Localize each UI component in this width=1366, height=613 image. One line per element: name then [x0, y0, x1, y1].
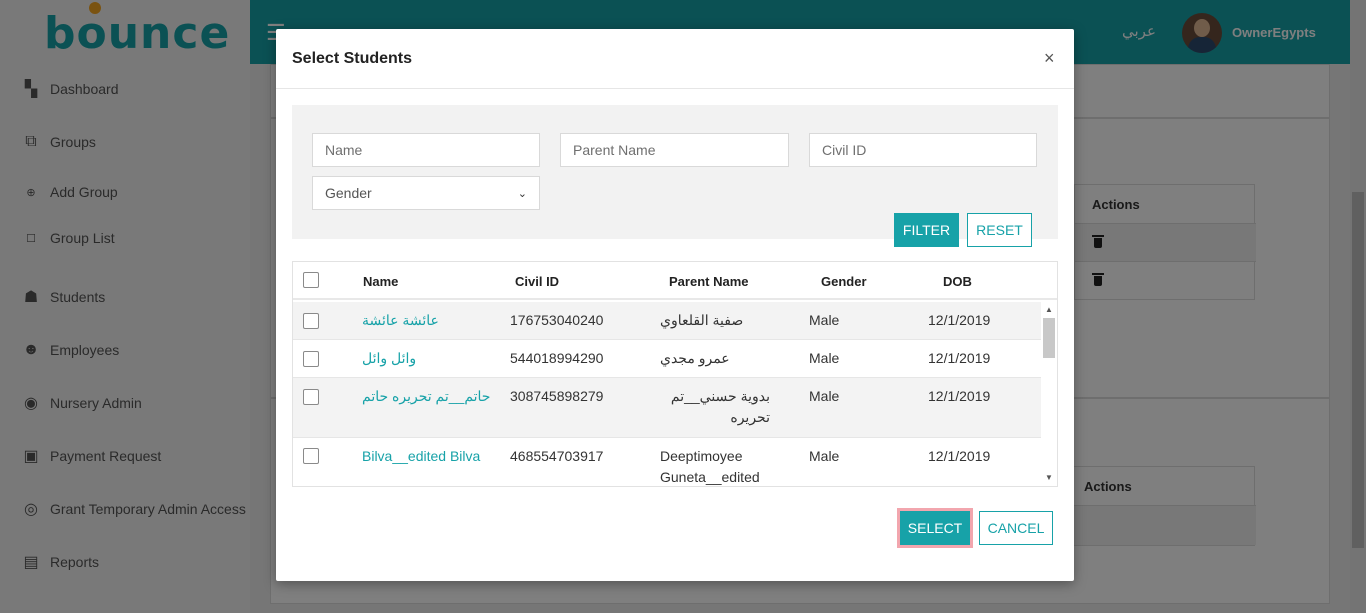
- row-checkbox[interactable]: [303, 389, 319, 405]
- dob-cell: 12/1/2019: [928, 388, 991, 404]
- scroll-up-arrow-icon[interactable]: ▲: [1045, 305, 1053, 314]
- select-all-checkbox[interactable]: [303, 272, 319, 288]
- filter-panel: Gender ⌄ FILTER RESET: [292, 105, 1058, 247]
- student-name-link[interactable]: وائل وائل: [362, 348, 416, 369]
- gender-cell: Male: [809, 388, 840, 404]
- students-table: Name Civil ID Parent Name Gender DOB عائ…: [292, 261, 1058, 487]
- gender-select-value: Gender: [325, 185, 372, 201]
- civil-id-cell: 308745898279: [510, 388, 604, 404]
- dob-cell: 12/1/2019: [928, 350, 991, 366]
- table-row[interactable]: حاتم__تم تحريره حاتم 308745898279 بدوية …: [293, 378, 1041, 438]
- dob-cell: 12/1/2019: [928, 312, 991, 328]
- table-row[interactable]: Bilva__edited Bilva 468554703917 Deeptim…: [293, 438, 1041, 486]
- name-filter-input[interactable]: [312, 133, 540, 167]
- parent-name-cell: بدوية حسني__تم تحريره: [670, 388, 770, 425]
- row-checkbox[interactable]: [303, 448, 319, 464]
- select-students-modal: Select Students × Gender ⌄ FILTER RESET …: [276, 29, 1074, 581]
- column-header-civil-id[interactable]: Civil ID: [515, 274, 559, 289]
- column-header-name[interactable]: Name: [363, 274, 398, 289]
- scrollbar-thumb[interactable]: [1043, 318, 1055, 358]
- parent-name-cell: عمرو مجدي: [660, 350, 730, 366]
- column-header-dob[interactable]: DOB: [943, 274, 972, 289]
- cancel-button[interactable]: CANCEL: [979, 511, 1053, 545]
- gender-select[interactable]: Gender ⌄: [312, 176, 540, 210]
- gender-cell: Male: [809, 448, 840, 464]
- filter-button[interactable]: FILTER: [894, 213, 959, 247]
- parent-name-cell: Deeptimoyee Guneta__edited: [660, 448, 760, 485]
- modal-title: Select Students: [292, 50, 413, 67]
- column-header-parent-name[interactable]: Parent Name: [669, 274, 748, 289]
- dob-cell: 12/1/2019: [928, 448, 991, 464]
- gender-cell: Male: [809, 312, 840, 328]
- civil-id-cell: 544018994290: [510, 350, 604, 366]
- civil-id-filter-input[interactable]: [809, 133, 1037, 167]
- row-checkbox[interactable]: [303, 351, 319, 367]
- civil-id-cell: 176753040240: [510, 312, 604, 328]
- student-name-link[interactable]: Bilva__edited Bilva: [362, 446, 480, 467]
- table-row[interactable]: عائشة عائشة 176753040240 صفية القلعاوي M…: [293, 302, 1041, 340]
- parent-name-cell: صفية القلعاوي: [660, 312, 744, 328]
- table-header: Name Civil ID Parent Name Gender DOB: [293, 262, 1057, 300]
- scroll-down-arrow-icon[interactable]: ▼: [1045, 473, 1053, 482]
- select-button[interactable]: SELECT: [900, 511, 970, 545]
- reset-button[interactable]: RESET: [967, 213, 1032, 247]
- chevron-down-icon: ⌄: [517, 187, 527, 200]
- row-checkbox[interactable]: [303, 313, 319, 329]
- parent-name-filter-input[interactable]: [560, 133, 789, 167]
- close-icon[interactable]: ×: [1044, 48, 1055, 69]
- gender-cell: Male: [809, 350, 840, 366]
- student-name-link[interactable]: حاتم__تم تحريره حاتم: [362, 386, 490, 407]
- modal-header: Select Students ×: [276, 29, 1074, 89]
- table-row[interactable]: وائل وائل 544018994290 عمرو مجدي Male 12…: [293, 340, 1041, 378]
- civil-id-cell: 468554703917: [510, 448, 604, 464]
- student-name-link[interactable]: عائشة عائشة: [362, 310, 439, 331]
- table-scrollbar[interactable]: ▲ ▼: [1041, 302, 1057, 486]
- column-header-gender[interactable]: Gender: [821, 274, 867, 289]
